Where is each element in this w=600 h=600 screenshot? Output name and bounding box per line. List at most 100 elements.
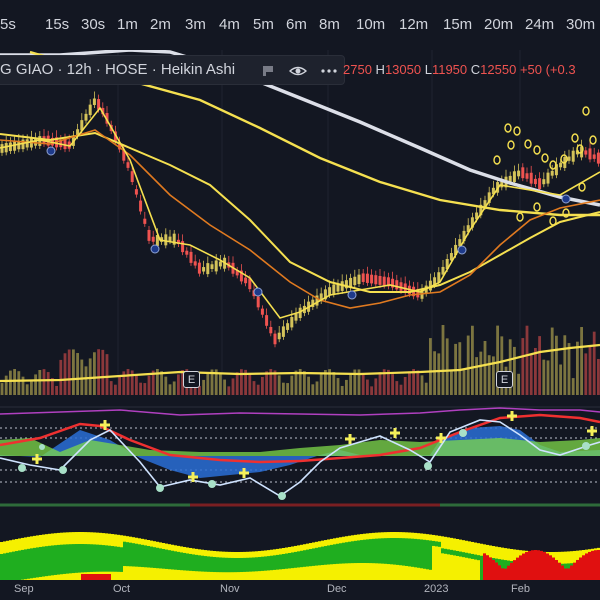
strength-column-green xyxy=(420,539,423,569)
volume-bar xyxy=(471,325,474,395)
timeframe-15s[interactable]: 15s xyxy=(45,16,69,33)
strength-column-green xyxy=(3,553,6,580)
volume-bar xyxy=(109,381,113,395)
strength-column-green xyxy=(66,544,69,574)
volume-bar xyxy=(9,370,12,395)
candle-body xyxy=(294,313,298,321)
strength-column-green xyxy=(459,551,462,557)
volume-bar xyxy=(340,385,344,395)
volume-bar xyxy=(408,371,411,395)
candle-body xyxy=(512,171,516,183)
earnings-badge[interactable]: E xyxy=(496,371,513,388)
timeframe-10m[interactable]: 10m xyxy=(356,16,385,33)
strength-column-green xyxy=(93,544,96,572)
timeframe-20m[interactable]: 20m xyxy=(484,16,513,33)
strength-column-green xyxy=(300,550,303,568)
strength-column-green xyxy=(414,538,417,568)
timeframe-2m[interactable]: 2m xyxy=(150,16,171,33)
volume-bar xyxy=(311,384,315,395)
candle-body xyxy=(370,274,374,284)
timeframe-30m[interactable]: 30m xyxy=(566,16,595,33)
candle-body xyxy=(265,315,269,326)
volume-bar xyxy=(118,376,121,395)
timeframe-5m[interactable]: 5m xyxy=(253,16,274,33)
eye-icon[interactable] xyxy=(288,63,308,79)
volume-bar xyxy=(336,378,340,395)
strength-column-red xyxy=(576,559,579,580)
candle-body xyxy=(197,262,201,274)
volume-bar xyxy=(361,373,365,395)
candle-body xyxy=(189,251,193,263)
candle-body xyxy=(277,332,281,340)
price-panel[interactable] xyxy=(0,50,600,395)
oscillator-panel[interactable] xyxy=(0,395,600,515)
volume-bar xyxy=(525,325,529,395)
volume-bar xyxy=(366,379,369,395)
timeframe-30s[interactable]: 30s xyxy=(81,16,105,33)
strength-column-red xyxy=(486,555,489,580)
strength-column-green xyxy=(189,553,192,571)
strength-column-yellow xyxy=(477,543,480,580)
strength-column-green xyxy=(369,539,372,564)
volume-bar xyxy=(55,385,58,395)
strength-column-green xyxy=(96,544,99,572)
strength-column-green xyxy=(279,554,282,570)
candle-body xyxy=(332,284,336,295)
volume-bar xyxy=(219,373,222,395)
volume-bar xyxy=(399,384,403,395)
more-icon[interactable] xyxy=(320,63,337,79)
candle-body xyxy=(151,236,155,242)
strength-column-red xyxy=(504,568,507,580)
strength-column-green xyxy=(129,542,132,567)
volume-bar xyxy=(517,373,520,395)
symbol-info[interactable]: G GIAO · 12h · HOSE · Heikin Ashi xyxy=(0,61,235,78)
volume-bar xyxy=(319,374,323,395)
timeframe-24m[interactable]: 24m xyxy=(525,16,554,33)
strength-column-green xyxy=(9,552,12,580)
candle-body xyxy=(88,104,92,116)
strength-column-red xyxy=(573,562,576,580)
strength-column-green xyxy=(261,556,264,571)
strength-column-green xyxy=(75,544,78,573)
candle-body xyxy=(378,276,382,285)
x-axis-label: Sep xyxy=(14,583,34,595)
ohlc-values: 2750 H13050 L11950 C12550 +50 (+0.3 xyxy=(343,62,576,77)
trend-strength-panel[interactable] xyxy=(0,515,600,580)
timeframe-12m[interactable]: 12m xyxy=(399,16,428,33)
candle-body xyxy=(567,156,571,161)
strength-column-green xyxy=(447,549,450,555)
timeframe-1m[interactable]: 1m xyxy=(117,16,138,33)
strength-column-green xyxy=(258,557,261,572)
x-axis-label: 2023 xyxy=(424,583,449,595)
heikin-ashi-candles xyxy=(0,91,600,348)
square-icon[interactable] xyxy=(260,63,276,79)
volume-bar xyxy=(462,370,466,395)
strength-column-red xyxy=(567,568,570,580)
strength-column-green xyxy=(468,553,471,559)
candle-body xyxy=(529,172,533,184)
strength-column-green xyxy=(57,544,60,575)
strength-column-yellow xyxy=(468,541,471,580)
strength-column-green xyxy=(330,544,333,565)
volume-bar xyxy=(4,375,8,395)
volume-bar xyxy=(441,325,445,395)
strength-column-red xyxy=(519,555,522,580)
timeframe-5s[interactable]: 5s xyxy=(0,16,16,33)
strength-column-green xyxy=(393,538,396,565)
strength-column-yellow xyxy=(471,541,474,580)
volume-bar xyxy=(521,338,525,395)
strength-column-red xyxy=(591,550,594,580)
timeframe-3m[interactable]: 3m xyxy=(185,16,206,33)
timeframe-15m[interactable]: 15m xyxy=(443,16,472,33)
strength-column-green xyxy=(408,538,411,567)
volume-bar xyxy=(529,354,533,395)
volume-bar xyxy=(59,359,63,395)
timeframe-8m[interactable]: 8m xyxy=(319,16,340,33)
strength-column-green xyxy=(33,547,36,578)
strength-column-green xyxy=(6,552,9,580)
timeframe-4m[interactable]: 4m xyxy=(219,16,240,33)
strength-column-red xyxy=(570,565,573,580)
timeframe-6m[interactable]: 6m xyxy=(286,16,307,33)
earnings-badge[interactable]: E xyxy=(183,371,200,388)
strength-column-green xyxy=(423,539,426,569)
